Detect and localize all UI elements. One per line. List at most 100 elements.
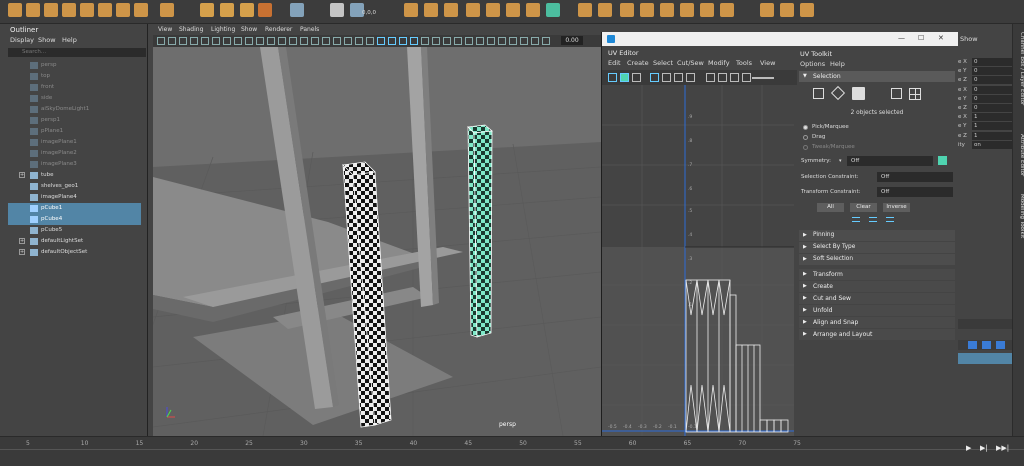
- vertex-select-icon[interactable]: [813, 88, 824, 99]
- outliner-item[interactable]: persp1: [8, 115, 141, 126]
- transform-constraint-dropdown[interactable]: Off: [877, 187, 953, 197]
- shelf-tool-icon[interactable]: [220, 3, 234, 17]
- viewport-tool-icon[interactable]: [256, 37, 264, 45]
- viewport-tool-icon[interactable]: [300, 37, 308, 45]
- viewport-menu-renderer[interactable]: Renderer: [265, 26, 292, 33]
- shelf-tool-icon[interactable]: [44, 3, 58, 17]
- outliner-item[interactable]: shelves_geo1: [8, 181, 141, 192]
- uv-menu-cutsew[interactable]: Cut/Sew: [677, 59, 704, 67]
- viewport-menu-show[interactable]: Show: [241, 26, 257, 33]
- shelf-tool-icon[interactable]: [134, 3, 148, 17]
- tk-menu-options[interactable]: Options: [800, 60, 825, 68]
- viewport-tool-icon[interactable]: [366, 37, 374, 45]
- uv-tool-icon[interactable]: [632, 73, 641, 82]
- uv-menu-select[interactable]: Select: [653, 59, 673, 67]
- outliner-item[interactable]: persp: [8, 60, 141, 71]
- shelf-tool-icon[interactable]: [546, 3, 560, 17]
- uv-select-icon[interactable]: [891, 88, 902, 99]
- close-button[interactable]: ✕: [938, 34, 944, 42]
- time-slider[interactable]: ▶ ▶| ▶▶|: [0, 436, 1024, 466]
- channel-value-field[interactable]: on: [972, 140, 1012, 149]
- perspective-viewport[interactable]: persp: [153, 47, 601, 436]
- outliner-item[interactable]: pCube5: [8, 225, 141, 236]
- viewport-menu-view[interactable]: View: [158, 26, 172, 33]
- outliner-item[interactable]: aiSkyDomeLight1: [8, 104, 141, 115]
- maximize-button[interactable]: ☐: [918, 34, 924, 42]
- viewport-tool-icon[interactable]: [542, 37, 550, 45]
- tab-attribute-editor[interactable]: Attribute Editor: [1013, 134, 1024, 176]
- channel-value-field[interactable]: 0: [972, 104, 1012, 112]
- outliner-item[interactable]: + defaultObjectSet: [8, 247, 141, 258]
- channel-value-field[interactable]: 0: [972, 94, 1012, 103]
- select-all-button[interactable]: All: [817, 203, 844, 212]
- channel-value-field[interactable]: 1: [972, 122, 1012, 131]
- viewport-menu-panels[interactable]: Panels: [300, 26, 319, 33]
- outliner-menu-help[interactable]: Help: [62, 36, 77, 44]
- viewport-tool-icon[interactable]: [168, 37, 176, 45]
- tweak-marquee-radio[interactable]: [803, 145, 808, 150]
- viewport-tool-icon[interactable]: [212, 37, 220, 45]
- channel-value-field[interactable]: 0: [972, 58, 1012, 66]
- toolkit-section-header[interactable]: ▶ Arrange and Layout: [799, 329, 955, 340]
- uv-tool-icon[interactable]: [718, 73, 727, 82]
- shelf-tool-icon[interactable]: [660, 3, 674, 17]
- tab-channel-box[interactable]: Channel Box / Layer Editor: [1013, 32, 1024, 105]
- layer-icon[interactable]: [982, 341, 991, 349]
- toolkit-section-header[interactable]: ▶ Unfold: [799, 305, 955, 316]
- viewport-tool-icon[interactable]: [201, 37, 209, 45]
- symmetry-dropdown[interactable]: Off: [847, 156, 933, 166]
- viewport-tool-icon[interactable]: [278, 37, 286, 45]
- viewport-tool-icon[interactable]: [289, 37, 297, 45]
- viewport-tool-icon[interactable]: [443, 37, 451, 45]
- outliner-menu-show[interactable]: Show: [38, 36, 56, 44]
- outliner-menu-display[interactable]: Display: [10, 36, 34, 44]
- channel-value-field[interactable]: 0: [972, 67, 1012, 76]
- show-menu[interactable]: Show: [960, 35, 978, 43]
- shelf-tool-icon[interactable]: [290, 3, 304, 17]
- shelf-tool-icon[interactable]: [760, 3, 774, 17]
- expand-icon[interactable]: +: [19, 172, 25, 178]
- next-frame-icon[interactable]: ▶|: [980, 444, 988, 452]
- outliner-search-input[interactable]: Search...: [8, 48, 146, 57]
- shelf-tool-icon[interactable]: [640, 3, 654, 17]
- outliner-item[interactable]: imagePlane4: [8, 192, 141, 203]
- uv-menu-tools[interactable]: Tools: [736, 59, 752, 67]
- toolkit-subsection[interactable]: ▶ Pinning: [799, 230, 955, 241]
- viewport-tool-icon[interactable]: [223, 37, 231, 45]
- minimize-button[interactable]: —: [898, 34, 905, 42]
- shelf-tool-icon[interactable]: [116, 3, 130, 17]
- uv-menu-edit[interactable]: Edit: [608, 59, 621, 67]
- viewport-tool-icon[interactable]: [531, 37, 539, 45]
- shelf-tool-icon[interactable]: [578, 3, 592, 17]
- viewport-menu-lighting[interactable]: Lighting: [211, 26, 235, 33]
- toolkit-section-header[interactable]: ▶ Cut and Sew: [799, 293, 955, 304]
- uv-tool-icon[interactable]: [742, 73, 751, 82]
- uv-tool-icon[interactable]: [620, 73, 629, 82]
- uv-tool-icon[interactable]: [686, 73, 695, 82]
- viewport-tool-icon[interactable]: [487, 37, 495, 45]
- expand-icon[interactable]: +: [19, 249, 25, 255]
- viewport-menu-shading[interactable]: Shading: [179, 26, 203, 33]
- viewport-tool-icon[interactable]: [179, 37, 187, 45]
- uv-brightness-slider[interactable]: [752, 77, 774, 79]
- toolkit-section-header[interactable]: ▶ Create: [799, 281, 955, 292]
- viewport-tool-icon[interactable]: [388, 37, 396, 45]
- shelf-tool-icon[interactable]: [526, 3, 540, 17]
- outliner-item[interactable]: side: [8, 93, 141, 104]
- uv-tool-icon[interactable]: [650, 73, 659, 82]
- selection-constraint-dropdown[interactable]: Off: [877, 172, 953, 182]
- toolkit-subsection[interactable]: ▶ Select By Type: [799, 242, 955, 253]
- viewport-tool-icon[interactable]: [157, 37, 165, 45]
- viewport-tool-icon[interactable]: [454, 37, 462, 45]
- shelf-tool-icon[interactable]: [62, 3, 76, 17]
- shelf-tool-icon[interactable]: [240, 3, 254, 17]
- layer-icon[interactable]: [996, 341, 1005, 349]
- toolkit-subsection[interactable]: ▶ Soft Selection: [799, 254, 955, 265]
- face-select-icon[interactable]: [852, 87, 865, 100]
- uv-tool-icon[interactable]: [674, 73, 683, 82]
- drag-radio[interactable]: [803, 135, 808, 140]
- shelf-tool-icon[interactable]: [598, 3, 612, 17]
- shelf-tool-icon[interactable]: [486, 3, 500, 17]
- shelf-tool-icon[interactable]: [330, 3, 344, 17]
- uv-menu-view[interactable]: View: [760, 59, 775, 67]
